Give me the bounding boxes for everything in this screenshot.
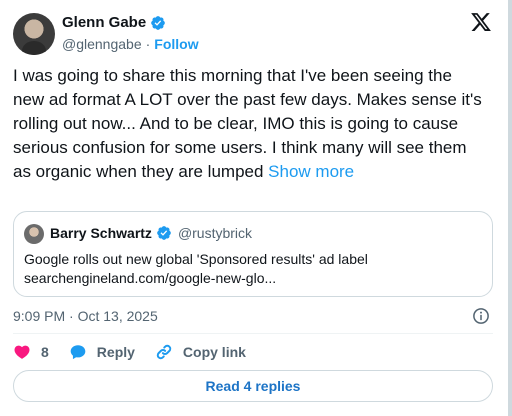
tweet-text: I was going to share this morning that I… (13, 64, 483, 184)
timestamp[interactable]: 9:09 PM · Oct 13, 2025 (13, 308, 158, 324)
author-handle[interactable]: @glenngabe (62, 36, 142, 52)
read-replies-label: Read 4 replies (205, 378, 301, 394)
verified-badge-icon (151, 15, 166, 30)
reply-label: Reply (96, 344, 135, 360)
info-icon[interactable] (472, 307, 490, 325)
tweet-body: I was going to share this morning that I… (13, 66, 482, 181)
reply-button[interactable]: Reply (69, 343, 135, 361)
window-border (508, 0, 512, 416)
like-count: 8 (41, 344, 49, 360)
author-handle-row: @glenngabe · Follow (62, 36, 199, 52)
verified-badge-icon (157, 226, 171, 240)
quoted-author-name: Barry Schwartz (50, 225, 152, 241)
copy-link-button[interactable]: Copy link (155, 343, 246, 361)
quoted-text: Google rolls out new global 'Sponsored r… (24, 250, 368, 288)
quoted-avatar[interactable] (24, 224, 44, 244)
tweet-card: Glenn Gabe @glenngabe · Follow I was goi… (0, 0, 512, 416)
author-name-row: Glenn Gabe (62, 14, 166, 31)
heart-icon (14, 345, 30, 359)
x-logo-icon[interactable] (470, 11, 492, 33)
quoted-author-row: Barry Schwartz @rustybrick (50, 225, 252, 241)
like-button[interactable]: 8 (13, 343, 49, 361)
quoted-author-handle: @rustybrick (177, 225, 253, 241)
reply-bubble-icon (70, 345, 86, 360)
action-bar: 8 Reply Copy link (13, 343, 266, 361)
separator-dot: · (145, 36, 151, 52)
link-icon (156, 344, 172, 360)
show-more-link[interactable]: Show more (268, 162, 354, 181)
divider (13, 333, 493, 334)
follow-button[interactable]: Follow (154, 36, 198, 52)
author-name[interactable]: Glenn Gabe (62, 14, 146, 31)
read-replies-button[interactable]: Read 4 replies (13, 370, 493, 402)
copy-link-label: Copy link (182, 344, 246, 360)
quoted-text-line: Google rolls out new global 'Sponsored r… (24, 251, 368, 267)
quoted-link-text: searchengineland.com/google-new-glo... (24, 270, 277, 286)
avatar[interactable] (13, 13, 55, 55)
quoted-tweet[interactable]: Barry Schwartz @rustybrick Google rolls … (13, 211, 493, 297)
